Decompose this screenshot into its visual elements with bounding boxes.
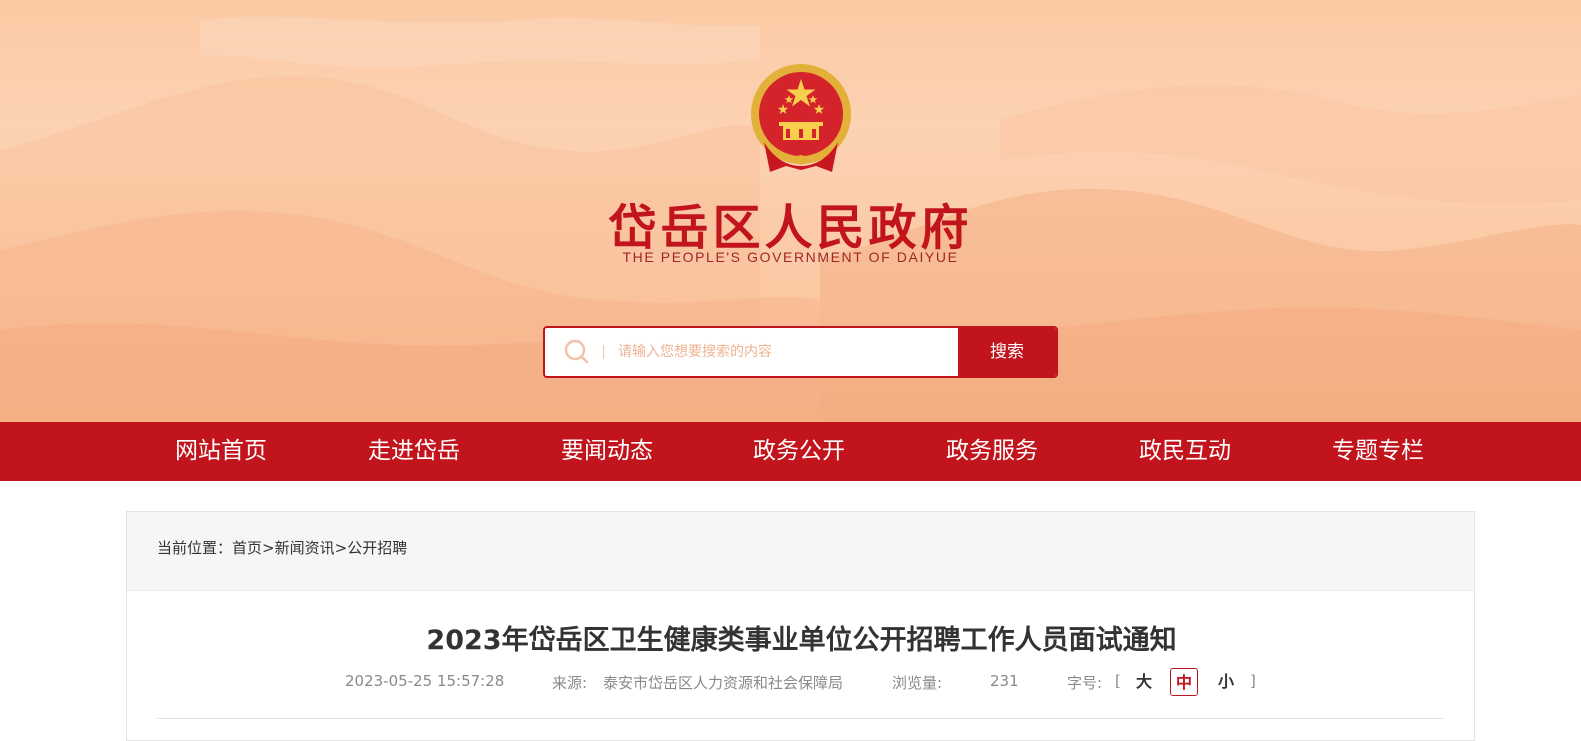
- font-size-label: 字号:: [1067, 674, 1103, 692]
- nav-item-interaction[interactable]: 政民互动: [1139, 422, 1231, 481]
- nav-item-about[interactable]: 走进岱岳: [368, 422, 460, 481]
- breadcrumb-news[interactable]: 新闻资讯: [275, 539, 335, 557]
- nav-item-special-topics[interactable]: 专题专栏: [1332, 422, 1424, 481]
- article-title: 2023年岱岳区卫生健康类事业单位公开招聘工作人员面试通知: [426, 625, 1177, 656]
- article-date: 2023-05-25 15:57:28: [345, 672, 505, 690]
- nav-item-gov-services[interactable]: 政务服务: [946, 422, 1038, 481]
- font-size-large-button[interactable]: 大: [1130, 668, 1158, 696]
- breadcrumb-home[interactable]: 首页: [232, 539, 262, 557]
- site-title: 岱岳区人民政府: [608, 200, 973, 256]
- national-emblem-icon: [751, 64, 851, 172]
- search-bar: 搜索: [543, 326, 1058, 378]
- main-nav: 网站首页 走进岱岳 要闻动态 政务公开 政务服务 政民互动 专题专栏: [0, 422, 1581, 481]
- font-size-medium-button[interactable]: 中: [1170, 668, 1198, 696]
- breadcrumb-prefix: 当前位置：: [157, 539, 233, 557]
- font-size-small-button[interactable]: 小: [1212, 668, 1240, 696]
- font-size-bracket-open: [: [1115, 672, 1121, 690]
- nav-item-news[interactable]: 要闻动态: [561, 422, 653, 481]
- views-count: 231: [990, 672, 1019, 690]
- source-label: 来源:: [552, 674, 588, 692]
- nav-item-home[interactable]: 网站首页: [175, 422, 267, 481]
- header-banner: 岱岳区人民政府 THE PEOPLE'S GOVERNMENT OF DAIYU…: [0, 0, 1581, 422]
- search-button[interactable]: 搜索: [958, 328, 1056, 376]
- nav-item-gov-affairs-open[interactable]: 政务公开: [753, 422, 845, 481]
- breadcrumb-separator: >: [334, 539, 348, 557]
- search-input[interactable]: [604, 328, 958, 376]
- font-size-bracket-close: ]: [1250, 672, 1256, 690]
- breadcrumb: 当前位置：首页>新闻资讯>公开招聘: [127, 512, 1474, 591]
- breadcrumb-separator: >: [262, 539, 275, 557]
- article-panel: 当前位置：首页>新闻资讯>公开招聘 2023年岱岳区卫生健康类事业单位公开招聘工…: [126, 511, 1475, 741]
- search-icon: [545, 328, 603, 376]
- site-subtitle: THE PEOPLE'S GOVERNMENT OF DAIYUE: [622, 249, 959, 265]
- article-source: 泰安市岱岳区人力资源和社会保障局: [603, 674, 844, 692]
- meta-divider: [157, 718, 1444, 719]
- breadcrumb-recruitment[interactable]: 公开招聘: [347, 539, 407, 557]
- views-label: 浏览量:: [892, 674, 943, 692]
